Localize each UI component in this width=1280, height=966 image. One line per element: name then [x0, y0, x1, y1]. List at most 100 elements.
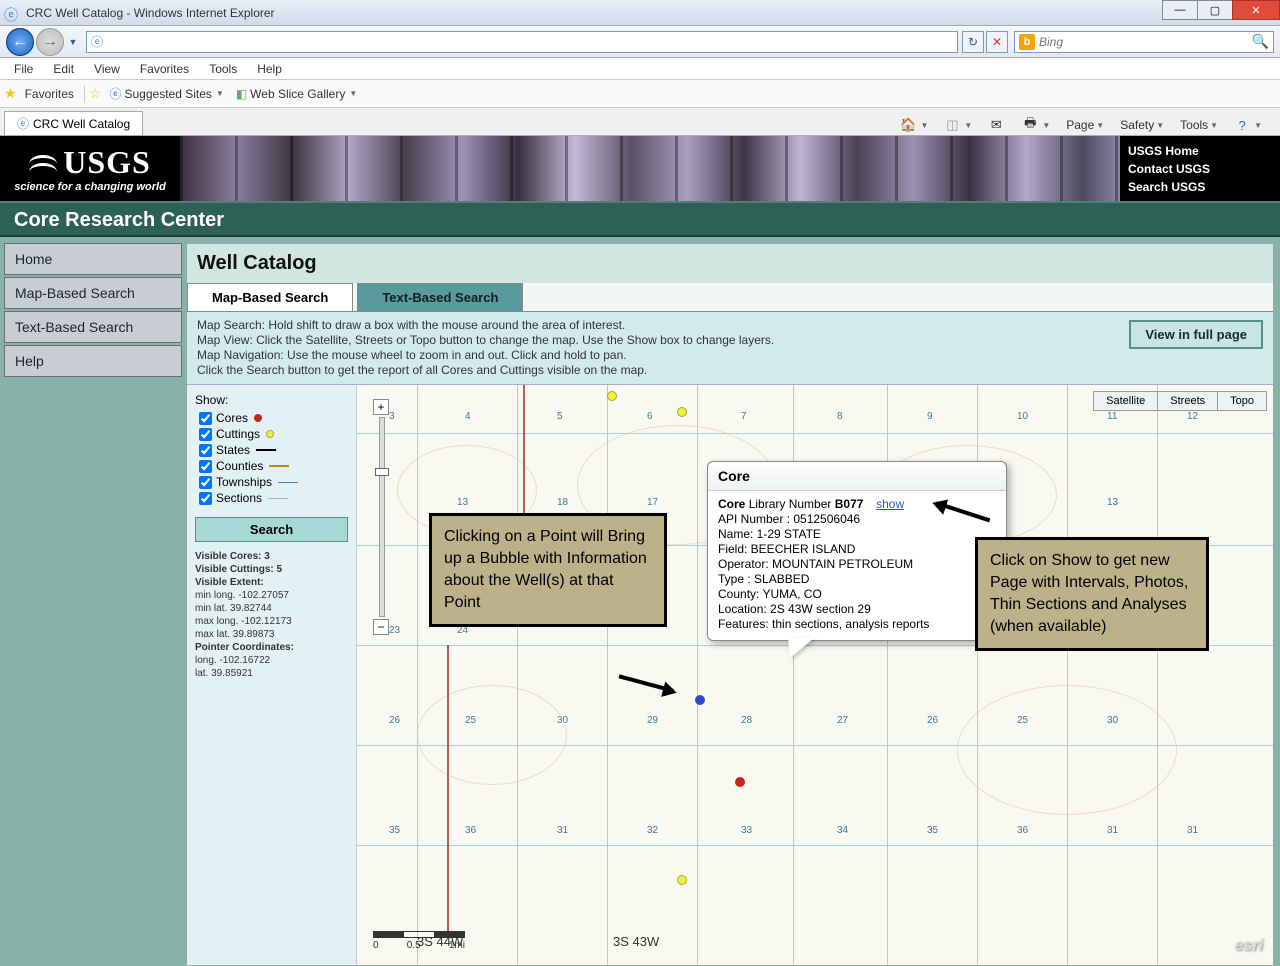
- favorites-button[interactable]: Favorites: [19, 85, 80, 103]
- favorites-star-icon: ★: [4, 85, 17, 102]
- sidebar-item-mapsearch[interactable]: Map-Based Search: [4, 277, 182, 309]
- states-swatch-icon: [256, 449, 276, 451]
- instruction-line: Map View: Click the Satellite, Streets o…: [197, 333, 1263, 348]
- zoom-thumb[interactable]: [375, 468, 389, 476]
- menu-file[interactable]: File: [4, 60, 43, 78]
- view-full-page-button[interactable]: View in full page: [1129, 320, 1263, 349]
- nav-history-dropdown[interactable]: ▼: [66, 33, 80, 51]
- ie-icon: ⓔ: [4, 5, 20, 21]
- tab-toolbar: 🏠▼ ◫▼ ✉ 🖶▼ Page▼ Safety▼ Tools▼ ?▼: [894, 115, 1276, 135]
- safety-menu[interactable]: Safety▼: [1114, 116, 1170, 134]
- search-box[interactable]: b 🔍: [1014, 31, 1274, 53]
- browser-tab[interactable]: ⓔ CRC Well Catalog: [4, 111, 143, 135]
- instruction-line: Click the Search button to get the repor…: [197, 363, 1263, 378]
- mail-button[interactable]: ✉: [982, 115, 1012, 135]
- menu-tools[interactable]: Tools: [199, 60, 247, 78]
- sidebar-item-help[interactable]: Help: [4, 345, 182, 377]
- print-button[interactable]: 🖶▼: [1016, 115, 1056, 135]
- mail-icon: ✉: [988, 117, 1004, 133]
- usgs-wave-icon: [29, 151, 57, 175]
- help-button[interactable]: ?▼: [1228, 115, 1268, 135]
- instruction-line: Map Search: Hold shift to draw a box wit…: [197, 318, 1263, 333]
- layer-cores[interactable]: Cores: [199, 411, 348, 425]
- show-label: Show:: [195, 393, 348, 407]
- zoom-slider[interactable]: + −: [373, 399, 391, 639]
- add-favorite-icon[interactable]: ☆: [89, 85, 102, 102]
- layer-townships[interactable]: Townships: [199, 475, 348, 489]
- menu-view[interactable]: View: [84, 60, 130, 78]
- usgs-links: USGS Home Contact USGS Search USGS: [1120, 136, 1280, 201]
- status-text: Visible Cores: 3 Visible Cuttings: 5 Vis…: [195, 550, 348, 680]
- cutting-marker[interactable]: [607, 391, 617, 401]
- web-slice-gallery[interactable]: ◧ Web Slice Gallery ▼: [230, 85, 363, 103]
- layer-checkbox[interactable]: [199, 412, 212, 425]
- minimize-button[interactable]: —: [1162, 0, 1198, 20]
- sidebar-item-home[interactable]: Home: [4, 243, 182, 275]
- page-menu[interactable]: Page▼: [1060, 116, 1110, 134]
- sections-swatch-icon: [268, 498, 288, 499]
- layer-cuttings[interactable]: Cuttings: [199, 427, 348, 441]
- refresh-button[interactable]: ↻: [962, 31, 984, 53]
- tab-map-search[interactable]: Map-Based Search: [187, 283, 353, 311]
- township-label: 3S 43W: [613, 934, 659, 949]
- tools-menu[interactable]: Tools▼: [1174, 116, 1224, 134]
- rss-icon: ◫: [944, 117, 960, 133]
- stop-button[interactable]: ✕: [986, 31, 1008, 53]
- layer-sections[interactable]: Sections: [199, 491, 348, 505]
- chevron-down-icon: ▼: [216, 89, 224, 98]
- maximize-button[interactable]: ▢: [1197, 0, 1233, 20]
- close-button[interactable]: ✕: [1232, 0, 1280, 20]
- page-icon: ⓔ: [91, 33, 103, 50]
- zoom-in-button[interactable]: +: [373, 399, 389, 415]
- annotation-callout: Clicking on a Point will Bring up a Bubb…: [429, 513, 667, 627]
- well-info-popup: Core Core Library Number B077 show API N…: [707, 461, 1007, 641]
- crc-title-bar: Core Research Center: [0, 201, 1280, 237]
- main-area: Home Map-Based Search Text-Based Search …: [0, 237, 1280, 966]
- layer-checkbox[interactable]: [199, 492, 212, 505]
- home-button[interactable]: 🏠▼: [894, 115, 934, 135]
- esri-logo: esri: [1235, 937, 1263, 955]
- popup-header: Core: [708, 462, 1006, 491]
- search-input[interactable]: [1039, 35, 1248, 49]
- tab-text-search[interactable]: Text-Based Search: [357, 283, 523, 311]
- usgs-search-link[interactable]: Search USGS: [1128, 178, 1272, 196]
- layer-checkbox[interactable]: [199, 476, 212, 489]
- forward-button[interactable]: →: [36, 28, 64, 56]
- map-canvas[interactable]: 3 4 5 6 7 8 9 10 11 12 13 18 17 13 23 24…: [357, 385, 1273, 965]
- print-icon: 🖶: [1022, 117, 1038, 133]
- zoom-track[interactable]: [379, 417, 385, 617]
- ie-icon: ⓔ: [17, 115, 29, 132]
- counties-swatch-icon: [269, 465, 289, 467]
- menu-help[interactable]: Help: [247, 60, 292, 78]
- mode-streets[interactable]: Streets: [1157, 391, 1218, 411]
- layer-checkbox[interactable]: [199, 460, 212, 473]
- search-button[interactable]: Search: [195, 517, 348, 542]
- usgs-contact-link[interactable]: Contact USGS: [1128, 160, 1272, 178]
- menu-edit[interactable]: Edit: [43, 60, 84, 78]
- back-button[interactable]: ←: [6, 28, 34, 56]
- menu-favorites[interactable]: Favorites: [130, 60, 199, 78]
- search-go-icon[interactable]: 🔍: [1252, 33, 1269, 50]
- layer-states[interactable]: States: [199, 443, 348, 457]
- selected-marker[interactable]: [695, 695, 705, 705]
- usgs-home-link[interactable]: USGS Home: [1128, 142, 1272, 160]
- content-pane: Well Catalog Map-Based Search Text-Based…: [186, 243, 1274, 966]
- layer-counties[interactable]: Counties: [199, 459, 348, 473]
- zoom-out-button[interactable]: −: [373, 619, 389, 635]
- cutting-marker[interactable]: [677, 875, 687, 885]
- left-sidebar: Home Map-Based Search Text-Based Search …: [0, 237, 186, 966]
- sidebar-item-textsearch[interactable]: Text-Based Search: [4, 311, 182, 343]
- layer-checkbox[interactable]: [199, 444, 212, 457]
- usgs-logo: USGS science for a changing world: [0, 136, 180, 201]
- show-link[interactable]: show: [876, 497, 904, 511]
- address-bar[interactable]: ⓔ: [86, 31, 958, 53]
- core-marker[interactable]: [735, 777, 745, 787]
- mode-topo[interactable]: Topo: [1217, 391, 1267, 411]
- instructions-panel: Map Search: Hold shift to draw a box wit…: [187, 312, 1273, 385]
- cutting-marker[interactable]: [677, 407, 687, 417]
- feeds-button[interactable]: ◫▼: [938, 115, 978, 135]
- mode-satellite[interactable]: Satellite: [1093, 391, 1158, 411]
- layer-checkbox[interactable]: [199, 428, 212, 441]
- suggested-sites[interactable]: ⓔ Suggested Sites ▼: [103, 83, 229, 104]
- search-tabs: Map-Based Search Text-Based Search: [187, 283, 1273, 312]
